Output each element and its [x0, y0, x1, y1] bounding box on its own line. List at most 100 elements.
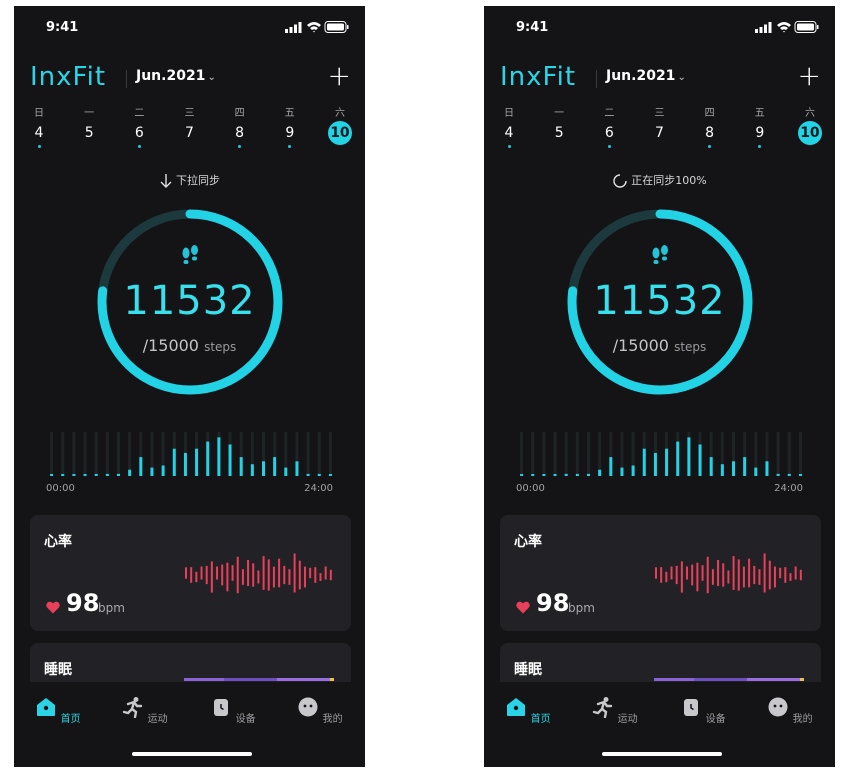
activity-bar — [620, 467, 624, 476]
heart-rate-bar — [696, 562, 699, 592]
steps-count: 11532 — [593, 278, 726, 324]
steps-goal: /15000 steps — [612, 336, 707, 355]
activity-bar — [105, 473, 109, 476]
weekday-label: 三 — [184, 108, 195, 119]
activity-dot — [288, 145, 292, 148]
sleep-title: 睡眠 — [514, 662, 542, 678]
activity-bar — [273, 457, 277, 476]
day-item[interactable]: 日4 — [496, 104, 522, 154]
activity-bar — [531, 474, 535, 476]
profile-icon — [768, 697, 788, 717]
heart-rate-chart — [185, 553, 332, 594]
activity-bar-chart — [520, 432, 802, 476]
activity-bar — [575, 473, 579, 476]
month-selector[interactable]: Jun.2021 ⌄ — [606, 68, 686, 84]
activity-bar — [128, 469, 132, 476]
activity-bar — [228, 444, 232, 476]
day-item[interactable]: 二6 — [126, 104, 152, 154]
activity-dot — [507, 145, 511, 148]
day-item[interactable]: 三7 — [646, 104, 672, 154]
heart-rate-bar — [686, 566, 689, 580]
activity-bar — [776, 473, 780, 476]
heart-rate-bar — [190, 567, 193, 583]
weekday-label: 四 — [704, 108, 715, 119]
activity-bar — [553, 474, 557, 476]
heart-rate-bar — [722, 563, 725, 587]
week-strip: 日4 一5 二6 三7 四8 五9 六 10 — [496, 104, 823, 154]
heart-rate-value: 98 — [66, 589, 100, 617]
activity-bar-track — [83, 432, 87, 476]
activity-bar — [542, 474, 546, 476]
heart-rate-unit: bpm — [98, 601, 125, 615]
activity-bar — [172, 448, 176, 476]
activity-bar — [262, 461, 265, 476]
activity-bar-chart — [50, 432, 332, 476]
phone-screen-syncing: 9:41 InxFit Jun.2021 ⌄ + 日4 一5 二6 三7 四8 五… — [484, 6, 835, 767]
tab-device[interactable]: 设备 — [203, 696, 263, 725]
activity-bar — [743, 457, 747, 476]
day-item[interactable]: 五9 — [747, 104, 773, 154]
status-time: 9:41 — [516, 20, 549, 35]
date-label: 9 — [285, 125, 295, 141]
sync-text: 下拉同步 — [176, 174, 220, 187]
activity-bar-track — [105, 432, 109, 476]
month-selector[interactable]: Jun.2021 ⌄ — [136, 68, 216, 84]
day-item-selected[interactable]: 六 10 — [797, 104, 823, 154]
day-item[interactable]: 五9 — [277, 104, 303, 154]
activity-bar — [295, 461, 299, 476]
weekday-label: 日 — [34, 108, 44, 119]
add-button[interactable]: + — [328, 62, 351, 90]
heart-icon — [46, 601, 60, 614]
day-item[interactable]: 日4 — [26, 104, 52, 154]
sync-hint: 下拉同步 — [14, 172, 365, 189]
weekday-label: 五 — [754, 108, 765, 119]
day-item[interactable]: 三7 — [176, 104, 202, 154]
activity-dot — [607, 145, 611, 148]
signal-wifi-battery-icon — [285, 21, 349, 33]
day-item[interactable]: 二6 — [596, 104, 622, 154]
chart-start-time: 00:00 — [516, 483, 545, 494]
day-item-selected[interactable]: 六 10 — [327, 104, 353, 154]
day-item[interactable]: 一5 — [546, 104, 572, 154]
weekday-label: 六 — [334, 108, 345, 119]
heart-rate-card[interactable]: 心率 98 bpm — [30, 515, 351, 631]
tab-home[interactable]: 首页 — [28, 696, 88, 725]
weekday-label: 二 — [134, 108, 145, 119]
tab-device[interactable]: 设备 — [673, 696, 733, 725]
tab-home[interactable]: 首页 — [498, 696, 558, 725]
activity-bar — [72, 474, 76, 476]
activity-dot — [37, 145, 41, 148]
activity-bar — [250, 464, 254, 476]
activity-bar-track — [94, 432, 98, 476]
day-item[interactable]: 四8 — [697, 104, 723, 154]
footprints-icon — [652, 245, 668, 264]
activity-bar — [564, 473, 568, 476]
tab-profile[interactable]: 我的 — [760, 696, 820, 725]
activity-bar — [787, 473, 791, 476]
tab-sport[interactable]: 运动 — [115, 696, 175, 725]
weekday-label: 日 — [504, 108, 514, 119]
heart-rate-bar — [236, 556, 239, 594]
activity-bar — [306, 473, 310, 476]
activity-bar — [217, 437, 221, 476]
heart-rate-bar — [763, 553, 766, 593]
tab-sport[interactable]: 运动 — [585, 696, 645, 725]
activity-bar — [183, 452, 187, 476]
heart-rate-bar — [298, 560, 301, 590]
chart-end-time: 24:00 — [774, 483, 803, 494]
heart-rate-bar — [742, 566, 745, 588]
day-item[interactable]: 四8 — [227, 104, 253, 154]
activity-bar — [687, 437, 691, 476]
home-icon — [37, 698, 56, 716]
activity-bar-track — [531, 432, 535, 476]
day-item[interactable]: 一5 — [76, 104, 102, 154]
watch-icon — [214, 699, 229, 716]
activity-bar-track — [598, 432, 602, 476]
heart-rate-card[interactable]: 心率 98 bpm — [500, 515, 821, 631]
activity-bar — [161, 465, 165, 476]
heart-rate-title: 心率 — [514, 534, 542, 550]
chevron-down-icon: ⌄ — [207, 72, 216, 83]
activity-bar-track — [542, 432, 546, 476]
add-button[interactable]: + — [798, 62, 821, 90]
tab-profile[interactable]: 我的 — [290, 696, 350, 725]
